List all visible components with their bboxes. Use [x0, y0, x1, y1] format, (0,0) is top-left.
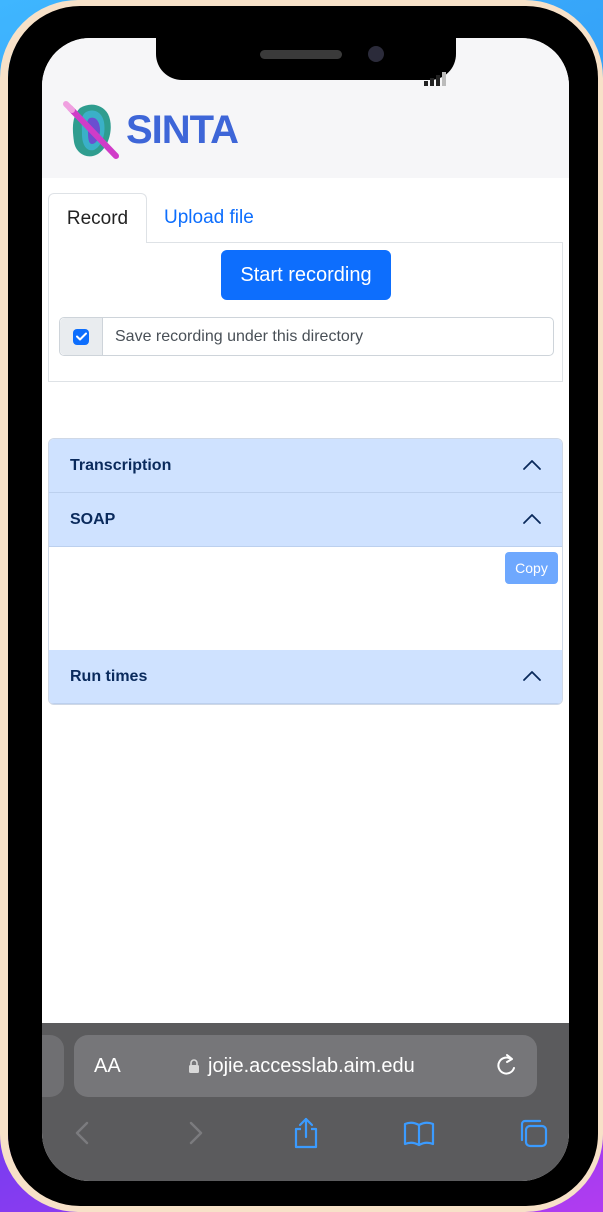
copy-button[interactable]: Copy: [505, 552, 558, 584]
address-bar[interactable]: AA jojie.accesslab.aim.edu: [74, 1035, 537, 1097]
accordion-title: Run times: [70, 668, 148, 685]
signal-icon: [424, 72, 446, 86]
record-panel: Start recording Save recording under thi…: [48, 242, 563, 382]
accordion-header-run-times[interactable]: Run times: [49, 650, 562, 704]
browser-toolbar: AA jojie.accesslab.aim.edu: [42, 1023, 569, 1181]
reload-icon[interactable]: [495, 1053, 519, 1079]
chevron-up-icon: [523, 671, 541, 681]
save-recording-label: Save recording under this directory: [115, 328, 364, 345]
app-name: SINTA: [126, 107, 239, 152]
share-icon[interactable]: [289, 1116, 323, 1150]
phone-screen: SINTA Record Upload file Start recording…: [42, 38, 569, 1181]
sinta-logo-icon: [63, 101, 119, 159]
start-recording-button[interactable]: Start recording: [221, 250, 391, 300]
text-size-button[interactable]: AA: [94, 1035, 121, 1097]
speaker-grille: [260, 50, 342, 59]
results-accordion: Transcription SOAP Copy Run times: [48, 438, 563, 705]
tab-record[interactable]: Record: [48, 193, 147, 243]
app-logo[interactable]: SINTA: [62, 98, 239, 162]
bookmarks-icon[interactable]: [402, 1116, 436, 1150]
tab-upload-file[interactable]: Upload file: [164, 193, 254, 243]
previous-tab-pill[interactable]: [42, 1035, 64, 1097]
phone-notch: [156, 38, 456, 80]
tab-bar: Record Upload file: [48, 193, 563, 243]
front-camera: [368, 46, 384, 62]
soap-content: Copy: [49, 548, 562, 650]
lock-icon: [189, 1059, 199, 1073]
save-recording-option: Save recording under this directory: [59, 317, 554, 356]
url-text: jojie.accesslab.aim.edu: [208, 1055, 415, 1077]
forward-icon[interactable]: [178, 1116, 212, 1150]
accordion-title: SOAP: [70, 511, 116, 528]
accordion-header-transcription[interactable]: Transcription: [49, 439, 562, 493]
accordion-header-soap[interactable]: SOAP: [49, 493, 562, 547]
chevron-up-icon: [523, 460, 541, 470]
chevron-up-icon: [523, 514, 541, 524]
accordion-title: Transcription: [70, 457, 172, 474]
save-checkbox-cell: [60, 318, 103, 355]
tabs-icon[interactable]: [516, 1116, 550, 1150]
checkmark-icon: [75, 332, 87, 341]
save-recording-checkbox[interactable]: [73, 328, 89, 345]
back-icon[interactable]: [66, 1116, 100, 1150]
